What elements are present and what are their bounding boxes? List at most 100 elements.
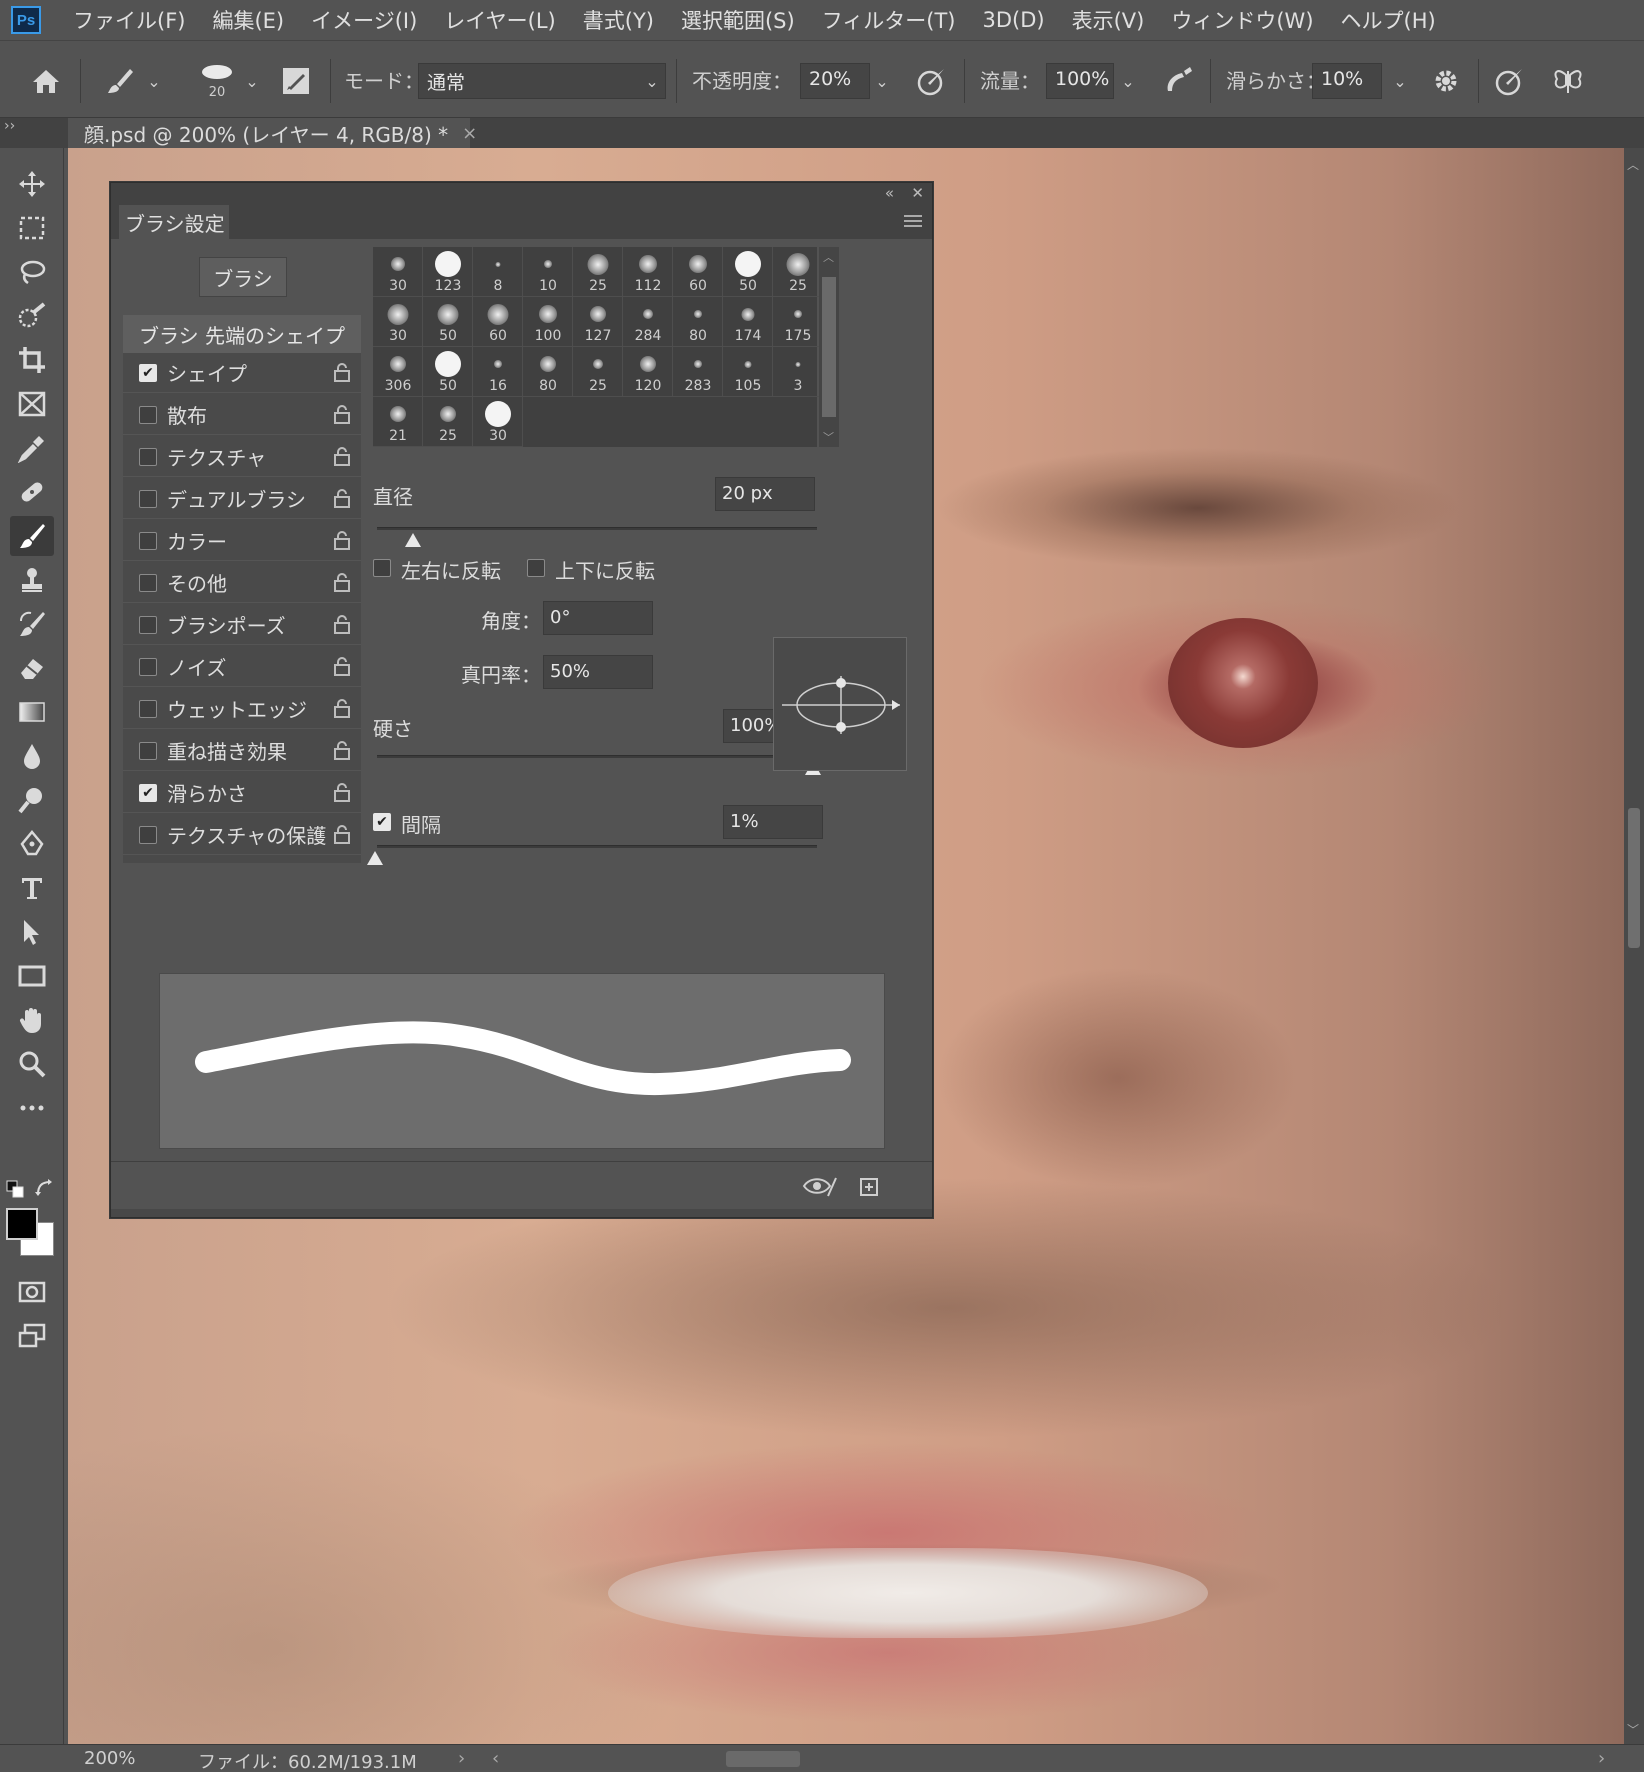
brush-preset[interactable]: 127 [573, 297, 623, 347]
menu-type[interactable]: 書式(Y) [583, 5, 654, 35]
brush-preset[interactable]: 306 [373, 347, 423, 397]
option-checkbox[interactable] [139, 489, 157, 508]
brush-preset[interactable]: 25 [573, 247, 623, 297]
brush-preset[interactable]: 50 [423, 347, 473, 397]
brush-option-row[interactable]: その他 [123, 563, 361, 603]
lock-icon[interactable] [333, 698, 351, 722]
zoom-tool-icon[interactable] [10, 1044, 54, 1084]
brush-preset[interactable]: 123 [423, 247, 473, 297]
clone-stamp-tool-icon[interactable] [10, 560, 54, 600]
vertical-scrollbar[interactable]: ︿ ﹀ [1624, 148, 1644, 1744]
crop-tool-icon[interactable] [10, 340, 54, 380]
brush-preset[interactable]: 100 [523, 297, 573, 347]
brush-preset[interactable]: 50 [723, 247, 773, 297]
home-icon[interactable] [26, 61, 66, 101]
panel-menu-icon[interactable] [904, 215, 922, 227]
brush-preset[interactable]: 16 [473, 347, 523, 397]
option-checkbox[interactable] [139, 573, 157, 592]
dodge-tool-icon[interactable] [10, 780, 54, 820]
menu-image[interactable]: イメージ(I) [311, 5, 417, 35]
lock-icon[interactable] [333, 824, 351, 848]
chevron-down-icon[interactable]: ⌄ [1388, 63, 1412, 99]
scroll-right-icon[interactable]: › [1598, 1748, 1605, 1769]
spacing-checkbox[interactable]: ✔ [373, 813, 391, 831]
frame-tool-icon[interactable] [10, 384, 54, 424]
brush-preset[interactable]: 25 [573, 347, 623, 397]
brush-option-row[interactable]: 散布 [123, 395, 361, 435]
brush-option-row[interactable]: カラー [123, 521, 361, 561]
brush-option-row[interactable]: テクスチャ [123, 437, 361, 477]
move-tool-icon[interactable] [10, 164, 54, 204]
preset-grid-scrollbar[interactable]: ︿ ﹀ [819, 247, 839, 447]
menu-filter[interactable]: フィルター(T) [822, 5, 956, 35]
brush-option-row[interactable]: ✔ シェイプ [123, 353, 361, 393]
hand-tool-icon[interactable] [10, 1000, 54, 1040]
brush-preset[interactable]: 50 [423, 297, 473, 347]
option-checkbox[interactable] [139, 657, 157, 676]
spacing-slider-thumb[interactable] [367, 851, 383, 865]
brush-preset[interactable]: 80 [673, 297, 723, 347]
brush-preset[interactable]: 60 [473, 297, 523, 347]
lock-icon[interactable] [333, 614, 351, 638]
lock-icon[interactable] [333, 404, 351, 428]
pen-tool-icon[interactable] [10, 824, 54, 864]
brush-option-row[interactable]: 重ね描き効果 [123, 731, 361, 771]
brushes-button[interactable]: ブラシ [199, 257, 287, 297]
lock-icon[interactable] [333, 362, 351, 386]
blur-tool-icon[interactable] [10, 736, 54, 776]
path-selection-tool-icon[interactable] [10, 912, 54, 952]
hardness-slider-track[interactable] [377, 755, 817, 758]
brush-preset[interactable]: 112 [623, 247, 673, 297]
brush-option-row[interactable]: デュアルブラシ [123, 479, 361, 519]
eraser-tool-icon[interactable] [10, 648, 54, 688]
toggle-preview-icon[interactable] [802, 1174, 838, 1202]
flip-y-checkbox[interactable] [527, 559, 545, 577]
menu-select[interactable]: 選択範囲(S) [681, 5, 795, 35]
gradient-tool-icon[interactable] [10, 692, 54, 732]
mode-select[interactable]: 通常 [418, 63, 666, 99]
lock-icon[interactable] [333, 446, 351, 470]
lock-icon[interactable] [333, 488, 351, 512]
option-checkbox[interactable] [139, 825, 157, 844]
close-panel-icon[interactable]: ✕ [911, 184, 924, 202]
scroll-up-icon[interactable]: ︿ [1627, 156, 1639, 173]
option-checkbox[interactable] [139, 405, 157, 424]
rectangle-tool-icon[interactable] [10, 956, 54, 996]
pressure-opacity-icon[interactable] [912, 61, 952, 101]
smoothing-field[interactable]: 10% [1312, 63, 1382, 99]
chevron-down-icon[interactable]: ⌄ [142, 63, 166, 99]
option-checkbox[interactable]: ✔ [139, 783, 157, 802]
menu-3d[interactable]: 3D(D) [983, 8, 1045, 32]
quick-mask-icon[interactable] [10, 1272, 54, 1312]
spacing-slider-track[interactable] [377, 845, 817, 848]
brush-preset[interactable]: 30 [373, 247, 423, 297]
settings-gear-icon[interactable] [1426, 61, 1466, 101]
brush-preset[interactable]: 80 [523, 347, 573, 397]
brush-preset[interactable]: 283 [673, 347, 723, 397]
eyedropper-tool-icon[interactable] [10, 428, 54, 468]
scroll-down-icon[interactable]: ﹀ [823, 429, 834, 445]
menu-edit[interactable]: 編集(E) [212, 5, 284, 35]
brush-option-row[interactable]: ✔ 滑らかさ [123, 773, 361, 813]
diameter-slider-thumb[interactable] [405, 533, 421, 547]
status-next-icon[interactable]: › [458, 1748, 465, 1769]
airbrush-icon[interactable] [1158, 61, 1198, 101]
brush-preset[interactable]: 10 [523, 247, 573, 297]
new-brush-preset-icon[interactable] [858, 1176, 880, 1202]
brush-angle-roundness-widget[interactable] [773, 637, 907, 771]
flow-field[interactable]: 100% [1046, 63, 1114, 99]
symmetry-butterfly-icon[interactable] [1548, 61, 1588, 101]
more-tools-icon[interactable] [10, 1088, 54, 1128]
lock-icon[interactable] [333, 530, 351, 554]
menu-view[interactable]: 表示(V) [1072, 5, 1145, 35]
brush-option-row[interactable]: ノイズ [123, 647, 361, 687]
brush-preset[interactable]: 120 [623, 347, 673, 397]
brush-preset[interactable]: 30 [473, 397, 523, 447]
collapse-panel-icon[interactable]: « [885, 184, 894, 202]
spacing-field[interactable]: 1% [723, 805, 823, 839]
option-checkbox[interactable] [139, 699, 157, 718]
foreground-color-swatch[interactable] [6, 1208, 38, 1240]
brush-tool-icon[interactable] [10, 516, 54, 556]
lasso-tool-icon[interactable] [10, 252, 54, 292]
document-tab[interactable]: 顔.psd @ 200% (レイヤー 4, RGB/8) * × [68, 118, 477, 148]
